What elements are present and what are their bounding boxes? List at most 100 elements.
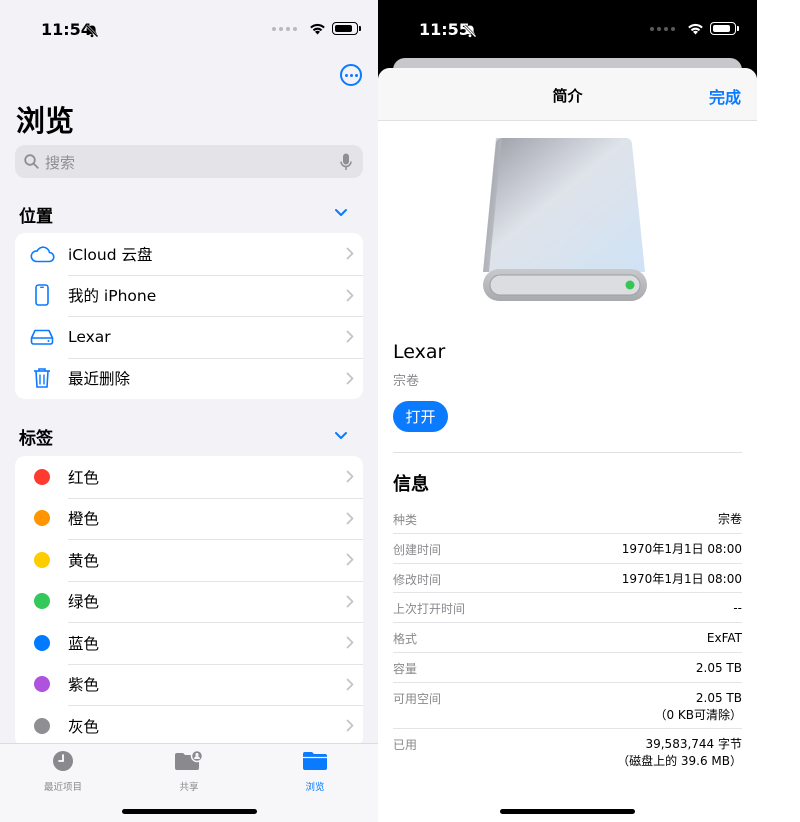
info-value: 1970年1月1日 08:00 bbox=[622, 541, 742, 558]
more-options-button[interactable] bbox=[340, 64, 362, 86]
chevron-right-icon bbox=[346, 372, 354, 385]
info-value: 39,583,744 字节 （磁盘上的 39.6 MB） bbox=[617, 736, 742, 770]
done-button[interactable]: 完成 bbox=[709, 84, 741, 108]
battery-icon bbox=[332, 22, 361, 35]
info-sheet-screen: 11:55 简介 完成 Lexar 宗卷 打开 信息 种类 宗卷 创建时间 19… bbox=[378, 0, 757, 822]
tag-label: 黄色 bbox=[68, 551, 100, 570]
info-value: 1970年1月1日 08:00 bbox=[622, 571, 742, 588]
info-value-primary: -- bbox=[733, 601, 742, 616]
location-item-lexar[interactable]: Lexar bbox=[15, 316, 363, 358]
chevron-right-icon bbox=[346, 719, 354, 732]
info-key: 格式 bbox=[393, 632, 418, 647]
volume-name: Lexar bbox=[393, 341, 446, 363]
tab-label: 浏览 bbox=[305, 782, 325, 793]
location-item-recently-deleted[interactable]: 最近删除 bbox=[15, 357, 363, 400]
info-value: 2.05 TB （0 KB可清除） bbox=[654, 690, 742, 724]
signal-icon bbox=[272, 26, 297, 31]
location-label: 最近删除 bbox=[68, 370, 131, 389]
sheet-title: 简介 bbox=[552, 87, 583, 105]
info-value-primary: 2.05 TB bbox=[695, 660, 742, 675]
tags-list: 红色橙色黄色绿色 蓝色紫色灰色 bbox=[15, 456, 363, 747]
tag-color-dot bbox=[33, 717, 50, 734]
chevron-right-icon bbox=[346, 289, 354, 302]
status-bar: 11:55 bbox=[378, 0, 757, 60]
info-value: 宗卷 bbox=[718, 511, 742, 528]
info-value: -- bbox=[733, 600, 742, 617]
tag-item[interactable]: 灰色 bbox=[15, 705, 363, 747]
chevron-right-icon bbox=[346, 636, 354, 649]
status-bar: 11:54 bbox=[0, 0, 378, 60]
tag-color-dot bbox=[33, 593, 50, 610]
signal-icon bbox=[650, 26, 675, 31]
info-row: 可用空间 2.05 TB （0 KB可清除） bbox=[393, 683, 742, 729]
search-input[interactable]: 搜索 bbox=[15, 145, 363, 178]
info-row: 种类 宗卷 bbox=[393, 504, 742, 534]
tag-label: 橙色 bbox=[68, 510, 100, 529]
tag-item[interactable]: 红色 bbox=[15, 456, 363, 498]
tab-shared[interactable]: 共享 bbox=[149, 749, 229, 793]
drive-icon bbox=[30, 329, 53, 345]
chevron-right-icon bbox=[346, 330, 354, 343]
info-value-primary: 1970年1月1日 08:00 bbox=[621, 571, 742, 586]
info-value-primary: 39,583,744 字节 bbox=[645, 736, 742, 751]
page-title: 浏览 bbox=[16, 104, 75, 138]
sheet-navigation-bar: 简介 完成 bbox=[378, 68, 757, 121]
home-indicator bbox=[122, 809, 257, 814]
tag-item[interactable]: 绿色 bbox=[15, 580, 363, 623]
locations-list: iCloud 云盘 我的 iPhone Lexar 最近删除 bbox=[15, 233, 363, 399]
shared-folder-icon bbox=[175, 749, 204, 770]
external-drive-icon bbox=[483, 138, 647, 301]
tags-header: 标签 bbox=[19, 429, 53, 449]
tag-color-dot bbox=[33, 634, 50, 651]
info-row: 修改时间 1970年1月1日 08:00 bbox=[393, 564, 742, 594]
info-value: ExFAT bbox=[707, 630, 742, 647]
info-row: 格式 ExFAT bbox=[393, 623, 742, 653]
info-row: 创建时间 1970年1月1日 08:00 bbox=[393, 534, 742, 564]
info-key: 种类 bbox=[393, 513, 418, 527]
info-value-secondary: （磁盘上的 39.6 MB） bbox=[617, 753, 742, 768]
tag-color-dot bbox=[33, 551, 50, 568]
tag-color-dot bbox=[33, 510, 50, 527]
folder-icon bbox=[303, 752, 327, 770]
info-value-primary: 宗卷 bbox=[717, 512, 742, 526]
info-key: 修改时间 bbox=[393, 572, 442, 587]
tag-color-dot bbox=[33, 676, 50, 693]
tab-label: 共享 bbox=[179, 782, 199, 793]
files-browse-screen: 11:54 浏览 搜索 位置 iCloud 云盘 我的 iPhone Lexar… bbox=[0, 0, 378, 822]
iphone-icon bbox=[34, 284, 49, 307]
chevron-right-icon bbox=[346, 595, 354, 608]
tag-item[interactable]: 黄色 bbox=[15, 539, 363, 581]
tag-label: 红色 bbox=[68, 468, 100, 487]
tag-item[interactable]: 橙色 bbox=[15, 497, 363, 540]
trash-icon bbox=[33, 368, 50, 389]
tab-browse[interactable]: 浏览 bbox=[275, 750, 355, 793]
chevron-right-icon bbox=[346, 247, 354, 260]
chevron-down-icon[interactable] bbox=[334, 431, 348, 441]
tab-recents[interactable]: 最近项目 bbox=[23, 750, 103, 793]
open-button[interactable]: 打开 bbox=[393, 401, 448, 432]
tab-label: 最近项目 bbox=[43, 782, 82, 793]
location-item-iphone[interactable]: 我的 iPhone bbox=[15, 274, 363, 317]
chevron-down-icon[interactable] bbox=[334, 208, 348, 218]
info-sheet: 简介 完成 Lexar 宗卷 打开 信息 种类 宗卷 创建时间 1970年1月1… bbox=[378, 68, 757, 822]
microphone-icon[interactable] bbox=[340, 153, 352, 171]
chevron-right-icon bbox=[346, 470, 354, 483]
info-list: 种类 宗卷创建时间 1970年1月1日 08:00 修改时间 1970年1月1日 08:… bbox=[393, 504, 742, 775]
bell-slash-icon bbox=[463, 24, 477, 38]
chevron-right-icon bbox=[346, 512, 354, 525]
info-value-primary: ExFAT bbox=[706, 631, 742, 646]
location-item-icloud[interactable]: iCloud 云盘 bbox=[15, 233, 363, 275]
tag-label: 紫色 bbox=[68, 676, 100, 695]
info-key: 已用 bbox=[393, 737, 418, 752]
info-key: 可用空间 bbox=[393, 691, 442, 706]
info-row: 上次打开时间 -- bbox=[393, 593, 742, 624]
home-indicator bbox=[500, 809, 635, 814]
tag-item[interactable]: 蓝色 bbox=[15, 622, 363, 664]
search-placeholder: 搜索 bbox=[45, 154, 76, 172]
tag-color-dot bbox=[33, 468, 50, 485]
divider bbox=[393, 452, 742, 453]
tag-item[interactable]: 紫色 bbox=[15, 663, 363, 706]
locations-header: 位置 bbox=[19, 207, 53, 227]
cloud-icon bbox=[30, 246, 55, 263]
info-value-primary: 1970年1月1日 08:00 bbox=[621, 541, 742, 556]
